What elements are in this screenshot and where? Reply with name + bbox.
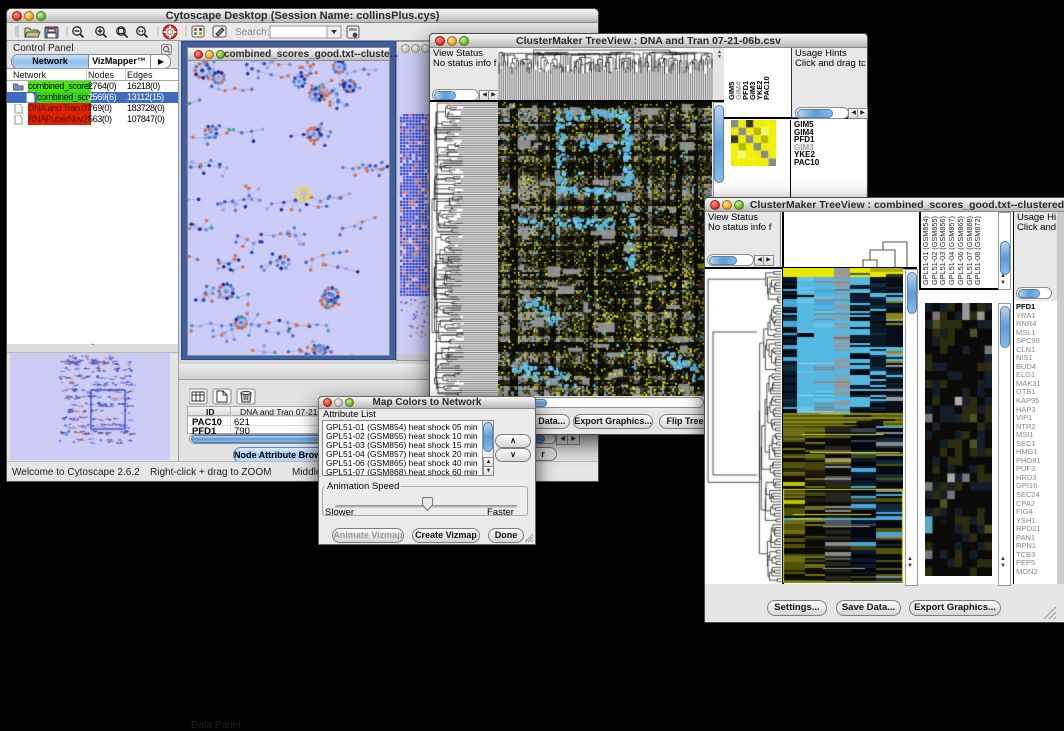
svg-text:Search:: Search: <box>235 27 269 38</box>
